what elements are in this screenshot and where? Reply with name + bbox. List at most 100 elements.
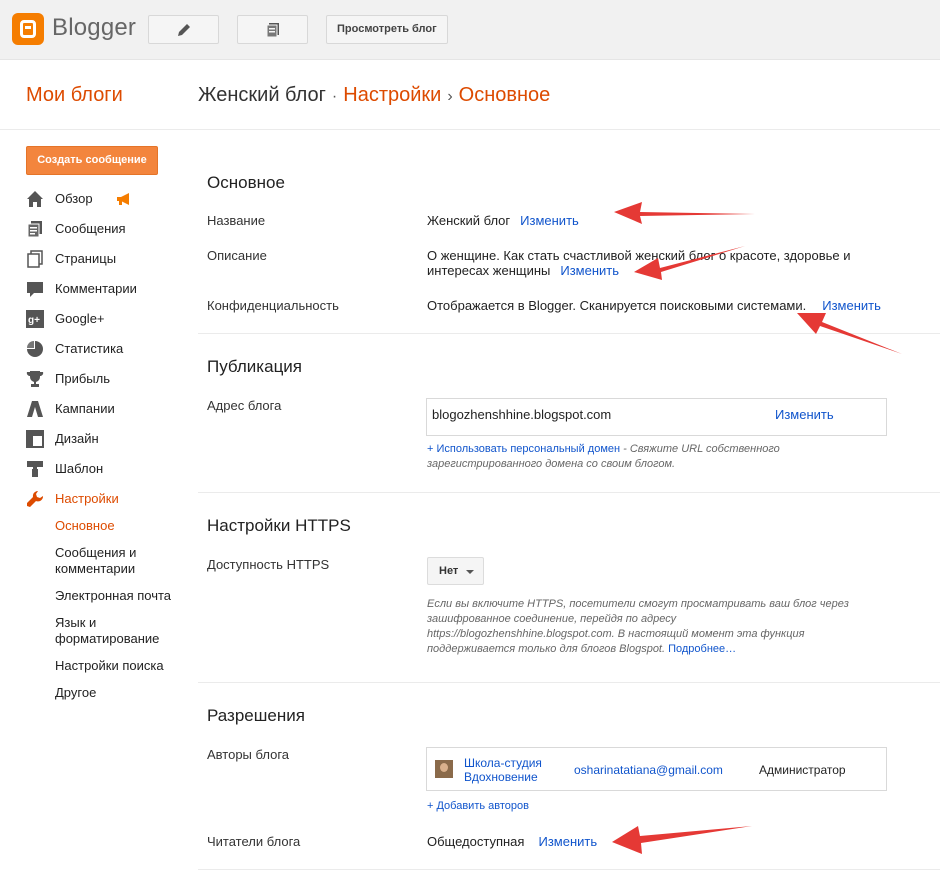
template-icon — [27, 461, 43, 477]
section-basic: Основное Название Женский блог Изменить О… — [198, 130, 940, 334]
view-blog-button[interactable]: Просмотреть блог — [326, 15, 448, 44]
new-post-button[interactable] — [148, 15, 219, 44]
section-title: Разрешения — [207, 706, 305, 725]
sidebar-item-posts[interactable]: Сообщения — [26, 217, 186, 247]
subnav-basic[interactable]: Основное — [55, 518, 195, 534]
sidebar-item-overview[interactable]: Обзор — [26, 187, 186, 217]
learn-more-link[interactable]: Подробнее… — [668, 643, 736, 655]
change-readers-link[interactable]: Изменить — [538, 834, 597, 849]
my-blogs-link[interactable]: Мои блоги — [26, 84, 123, 107]
sidebar-item-stats[interactable]: Статистика — [26, 337, 186, 367]
section-permissions: Разрешения Авторы блога Школа-студия Вдо… — [198, 683, 940, 870]
sidebar-item-campaigns[interactable]: Кампании — [26, 397, 186, 427]
readers-access: Общедоступная — [427, 834, 525, 849]
section-title: Публикация — [207, 357, 303, 376]
author-email[interactable]: osharinatatiana@gmail.com — [574, 763, 723, 777]
address-box: blogozhenshhine.blogspot.com Изменить — [426, 398, 887, 436]
pages-icon — [27, 250, 43, 268]
section-https: Настройки HTTPS Доступность HTTPS Нет Ес… — [198, 493, 940, 683]
https-hint-text: Если вы включите HTTPS, посетители смогу… — [427, 598, 849, 655]
sidebar-item-label: Сообщения — [55, 221, 126, 236]
blogger-logo-icon[interactable] — [12, 13, 44, 45]
comment-icon — [27, 282, 43, 297]
address-label: Адрес блога — [207, 398, 282, 413]
sidebar-nav: Обзор Сообщения Страницы Комментарии g+ … — [26, 187, 186, 517]
sidebar-item-label: Страницы — [55, 251, 117, 266]
subnav-posts-comments[interactable]: Сообщения и комментарии — [55, 545, 145, 577]
name-value: Женский блог Изменить — [427, 213, 579, 228]
breadcrumb-separator: › — [447, 88, 453, 105]
breadcrumb-blog[interactable]: Женский блог — [198, 84, 326, 106]
top-bar: Blogger Просмотреть блог — [0, 0, 940, 60]
name-label: Название — [207, 213, 266, 228]
https-hint: Если вы включите HTTPS, посетители смогу… — [427, 597, 857, 657]
description-value: О женщине. Как стать счастливой женский … — [427, 248, 867, 278]
breadcrumb-settings[interactable]: Настройки — [343, 84, 441, 106]
google-plus-icon: g+ — [26, 310, 44, 328]
custom-domain-link[interactable]: + Использовать персональный домен — [427, 443, 620, 455]
sidebar-item-label: Шаблон — [55, 461, 104, 476]
breadcrumb-current: Основное — [458, 84, 551, 106]
authors-label: Авторы блога — [207, 747, 290, 762]
privacy-value: Отображается в Blogger. Сканируется поис… — [427, 298, 881, 313]
sidebar-item-label: Комментарии — [55, 281, 137, 296]
section-publishing: Публикация Адрес блога blogozhenshhine.b… — [198, 334, 940, 493]
add-authors-row: + Добавить авторов — [427, 799, 529, 814]
posts-icon — [266, 22, 279, 37]
settings-subnav: Основное Сообщения и комментарии Электро… — [55, 518, 195, 712]
author-name-link[interactable]: Школа-студия Вдохновение — [464, 756, 554, 784]
chevron-down-icon — [466, 570, 474, 574]
change-name-link[interactable]: Изменить — [520, 213, 579, 228]
change-address-link[interactable]: Изменить — [775, 407, 834, 422]
authors-box: Школа-студия Вдохновение osharinatatiana… — [426, 747, 887, 791]
change-privacy-link[interactable]: Изменить — [822, 298, 881, 313]
sidebar-item-comments[interactable]: Комментарии — [26, 277, 186, 307]
pencil-icon — [177, 23, 190, 36]
sidebar-item-layout[interactable]: Дизайн — [26, 427, 186, 457]
change-description-link[interactable]: Изменить — [560, 263, 619, 278]
layout-icon — [26, 430, 44, 448]
wrench-icon — [27, 490, 44, 507]
sidebar-item-label: Обзор — [55, 191, 93, 206]
trophy-icon — [26, 371, 44, 387]
sidebar-item-earnings[interactable]: Прибыль — [26, 367, 186, 397]
stats-icon — [27, 341, 43, 357]
description-label: Описание — [207, 248, 267, 263]
sidebar-item-template[interactable]: Шаблон — [26, 457, 186, 487]
sidebar-item-label: Прибыль — [55, 371, 110, 386]
subnav-other[interactable]: Другое — [55, 685, 195, 701]
https-select[interactable]: Нет — [427, 557, 484, 585]
sidebar-item-label: Дизайн — [55, 431, 99, 446]
avatar — [435, 760, 453, 778]
campaign-icon — [27, 401, 43, 417]
sidebar-item-settings[interactable]: Настройки — [26, 487, 186, 517]
author-role[interactable]: Администратор — [759, 763, 846, 777]
brand-name[interactable]: Blogger — [52, 14, 136, 42]
home-icon — [27, 191, 43, 207]
sidebar-item-label: Настройки — [55, 491, 119, 506]
https-selected-value: Нет — [439, 565, 459, 577]
sidebar-item-pages[interactable]: Страницы — [26, 247, 186, 277]
readers-value: Общедоступная Изменить — [427, 834, 597, 849]
create-post-button[interactable]: Создать сообщение — [26, 146, 158, 175]
sidebar-item-label: Кампании — [55, 401, 115, 416]
megaphone-icon[interactable] — [116, 193, 132, 205]
posts-list-button[interactable] — [237, 15, 308, 44]
subnav-email[interactable]: Электронная почта — [55, 588, 195, 604]
https-label: Доступность HTTPS — [207, 557, 330, 572]
sidebar-item-label: Статистика — [55, 341, 124, 356]
section-title: Настройки HTTPS — [207, 516, 351, 535]
blog-description: О женщине. Как стать счастливой женский … — [427, 248, 851, 278]
subnav-language[interactable]: Язык и форматирование — [55, 615, 165, 647]
sidebar-item-label: Google+ — [55, 311, 105, 326]
page-header: Мои блоги Женский блог · Настройки › Основно… — [0, 60, 940, 130]
privacy-label: Конфиденциальность — [207, 298, 339, 313]
sidebar-item-google-plus[interactable]: g+ Google+ — [26, 307, 186, 337]
posts-icon — [27, 221, 42, 238]
blog-name: Женский блог — [427, 213, 511, 228]
custom-domain-hint: + Использовать персональный домен - Свяж… — [427, 442, 837, 472]
subnav-search[interactable]: Настройки поиска — [55, 658, 195, 674]
privacy-text: Отображается в Blogger. Сканируется поис… — [427, 298, 807, 313]
breadcrumb: Женский блог · Настройки › Основное — [198, 84, 550, 107]
add-authors-link[interactable]: + Добавить авторов — [427, 800, 529, 812]
